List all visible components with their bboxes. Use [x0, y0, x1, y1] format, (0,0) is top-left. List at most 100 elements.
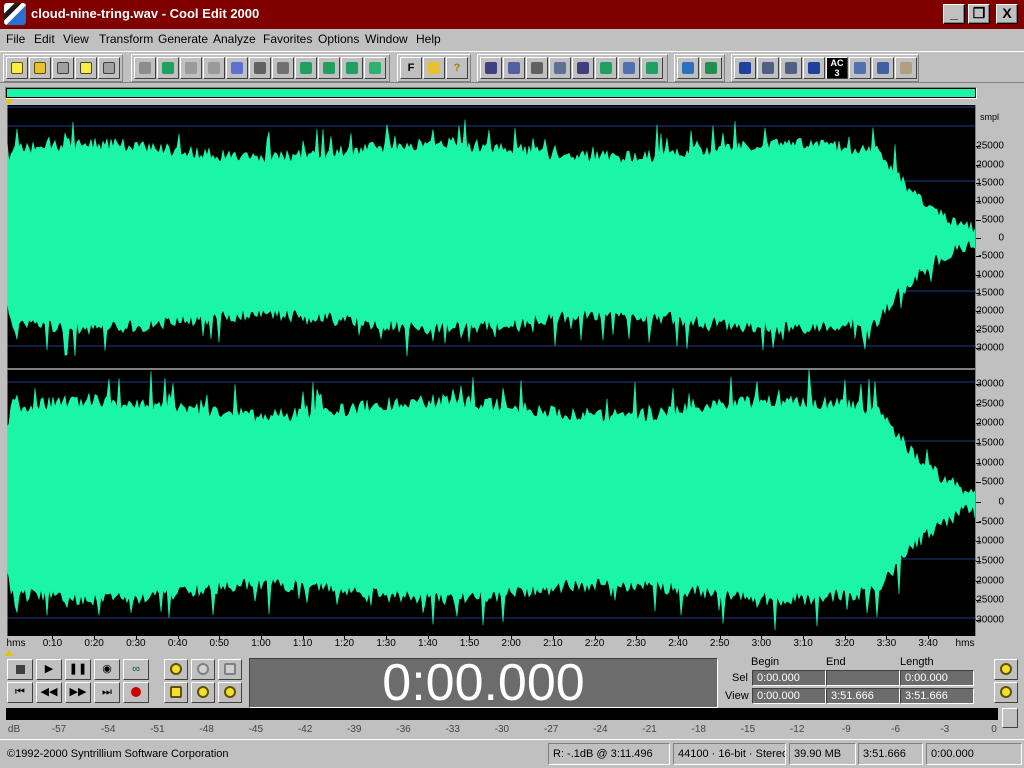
go-to-end-button[interactable]: ⏭ [94, 682, 120, 703]
cut-button[interactable] [249, 57, 271, 79]
menu-window[interactable]: Window [365, 32, 408, 46]
favorites-button[interactable]: F [400, 57, 422, 79]
envelope-button[interactable] [480, 57, 502, 79]
echo-button[interactable] [849, 57, 871, 79]
menu-options[interactable]: Options [318, 32, 359, 46]
cut-mode-button[interactable] [180, 57, 202, 79]
fast-forward-icon: ▶▶ [69, 686, 87, 698]
time-label: 2:50 [709, 638, 730, 649]
spectral-view-button[interactable] [677, 57, 699, 79]
save-file-button[interactable] [52, 57, 74, 79]
overview-range[interactable] [7, 89, 975, 97]
sel-begin-field[interactable]: 0:00.000 [752, 670, 826, 686]
view-label: View [725, 690, 749, 702]
waveform-display[interactable] [7, 105, 976, 636]
repeat-button[interactable] [157, 57, 179, 79]
menu-edit[interactable]: Edit [34, 32, 55, 46]
menu-view[interactable]: View [63, 32, 89, 46]
zoom-in-button[interactable] [164, 659, 188, 680]
open-file-button[interactable] [29, 57, 51, 79]
maximize-button[interactable]: ❐ [968, 4, 990, 24]
stop-button[interactable] [7, 659, 33, 680]
time-label: 1:00 [251, 638, 271, 649]
boost-button[interactable] [595, 57, 617, 79]
menu-help[interactable]: Help [416, 32, 441, 46]
frequency-view-button[interactable] [700, 57, 722, 79]
graphic-eq-button[interactable] [641, 57, 663, 79]
rewind-button[interactable]: ◀◀ [36, 682, 62, 703]
level-meter-scale: dB -57 -54 -51 -48 -45 -42 -39 -36 -33 -30 -27 -24 -2… [0, 720, 1024, 736]
mute-button[interactable] [341, 57, 363, 79]
mix-paste-button[interactable] [203, 57, 225, 79]
view-end-field[interactable]: 3:51.666 [826, 688, 900, 704]
view-begin-field[interactable]: 0:00.000 [752, 688, 826, 704]
time-tick [511, 636, 513, 639]
help-button[interactable]: ? [446, 57, 468, 79]
paste-button[interactable] [272, 57, 294, 79]
meter-label: -57 [51, 724, 67, 735]
menu-favorites[interactable]: Favorites [263, 32, 312, 46]
go-to-start-button[interactable]: ⏮ [7, 682, 33, 703]
record-settings-button[interactable] [757, 57, 779, 79]
close-button[interactable]: X [996, 4, 1018, 24]
ruler-unit: smpl [980, 112, 1000, 122]
meter-label: -42 [297, 724, 313, 735]
invert-button[interactable] [572, 57, 594, 79]
meter-label: -33 [445, 724, 460, 735]
sss-button[interactable] [780, 57, 802, 79]
trim-button[interactable] [318, 57, 340, 79]
time-display: 0:00.000 [249, 657, 718, 709]
analysis-button[interactable] [734, 57, 756, 79]
menu-generate[interactable]: Generate [158, 32, 208, 46]
view-length-field[interactable]: 3:51.666 [900, 688, 974, 704]
zoom-controls [162, 657, 244, 707]
time-tick [469, 636, 471, 639]
ac3-button[interactable]: AC 3 [826, 57, 848, 79]
end-marker[interactable] [5, 650, 13, 656]
minimize-button[interactable]: _ [943, 4, 965, 24]
menu-file[interactable]: File [6, 32, 25, 46]
noise-gate-button[interactable] [549, 57, 571, 79]
undo-button[interactable] [134, 57, 156, 79]
meter-label: -30 [494, 724, 510, 735]
zoom-right-button[interactable] [218, 682, 242, 703]
zoom-full-button[interactable] [218, 659, 242, 680]
zoom-selection-button[interactable] [164, 682, 188, 703]
vertical-zoom-in-button[interactable] [994, 682, 1018, 703]
silence-button[interactable] [526, 57, 548, 79]
app-icon[interactable] [4, 3, 26, 25]
save-all-button[interactable] [75, 57, 97, 79]
pause-button[interactable]: ❚❚ [65, 659, 91, 680]
vertical-zoom-out-button[interactable] [994, 659, 1018, 680]
sel-length-field[interactable]: 0:00.000 [900, 670, 974, 686]
loop-button[interactable]: ∞ [123, 659, 149, 680]
zoom-left-button[interactable] [191, 682, 215, 703]
menu-analyze[interactable]: Analyze [213, 32, 256, 46]
fast-forward-button[interactable]: ▶▶ [65, 682, 91, 703]
record-button[interactable] [123, 682, 149, 703]
play-to-end-button[interactable]: ◉ [94, 659, 120, 680]
copy-button[interactable] [226, 57, 248, 79]
scientific-filter-button[interactable] [803, 57, 825, 79]
close-file-button[interactable] [98, 57, 120, 79]
note-button[interactable] [895, 57, 917, 79]
fade-button[interactable] [618, 57, 640, 79]
normalize-button[interactable] [364, 57, 386, 79]
time-label: 1:30 [376, 638, 396, 649]
reverse-button[interactable] [503, 57, 525, 79]
effects-toolbar-group [477, 54, 668, 82]
level-meter [6, 708, 998, 720]
scripts-button[interactable] [423, 57, 445, 79]
new-file-button[interactable] [6, 57, 28, 79]
paste-new-button[interactable] [295, 57, 317, 79]
overview-bar[interactable] [5, 87, 977, 99]
amplitude-tick [976, 348, 981, 349]
sel-end-field[interactable] [826, 670, 900, 686]
meter-label: -15 [740, 724, 756, 735]
amplitude-tick [976, 423, 981, 425]
tuning-button[interactable] [872, 57, 894, 79]
zoom-out-button[interactable] [191, 659, 215, 680]
play-button[interactable]: ▶ [36, 659, 62, 680]
time-tick [677, 636, 679, 639]
menu-transform[interactable]: Transform [99, 32, 153, 46]
